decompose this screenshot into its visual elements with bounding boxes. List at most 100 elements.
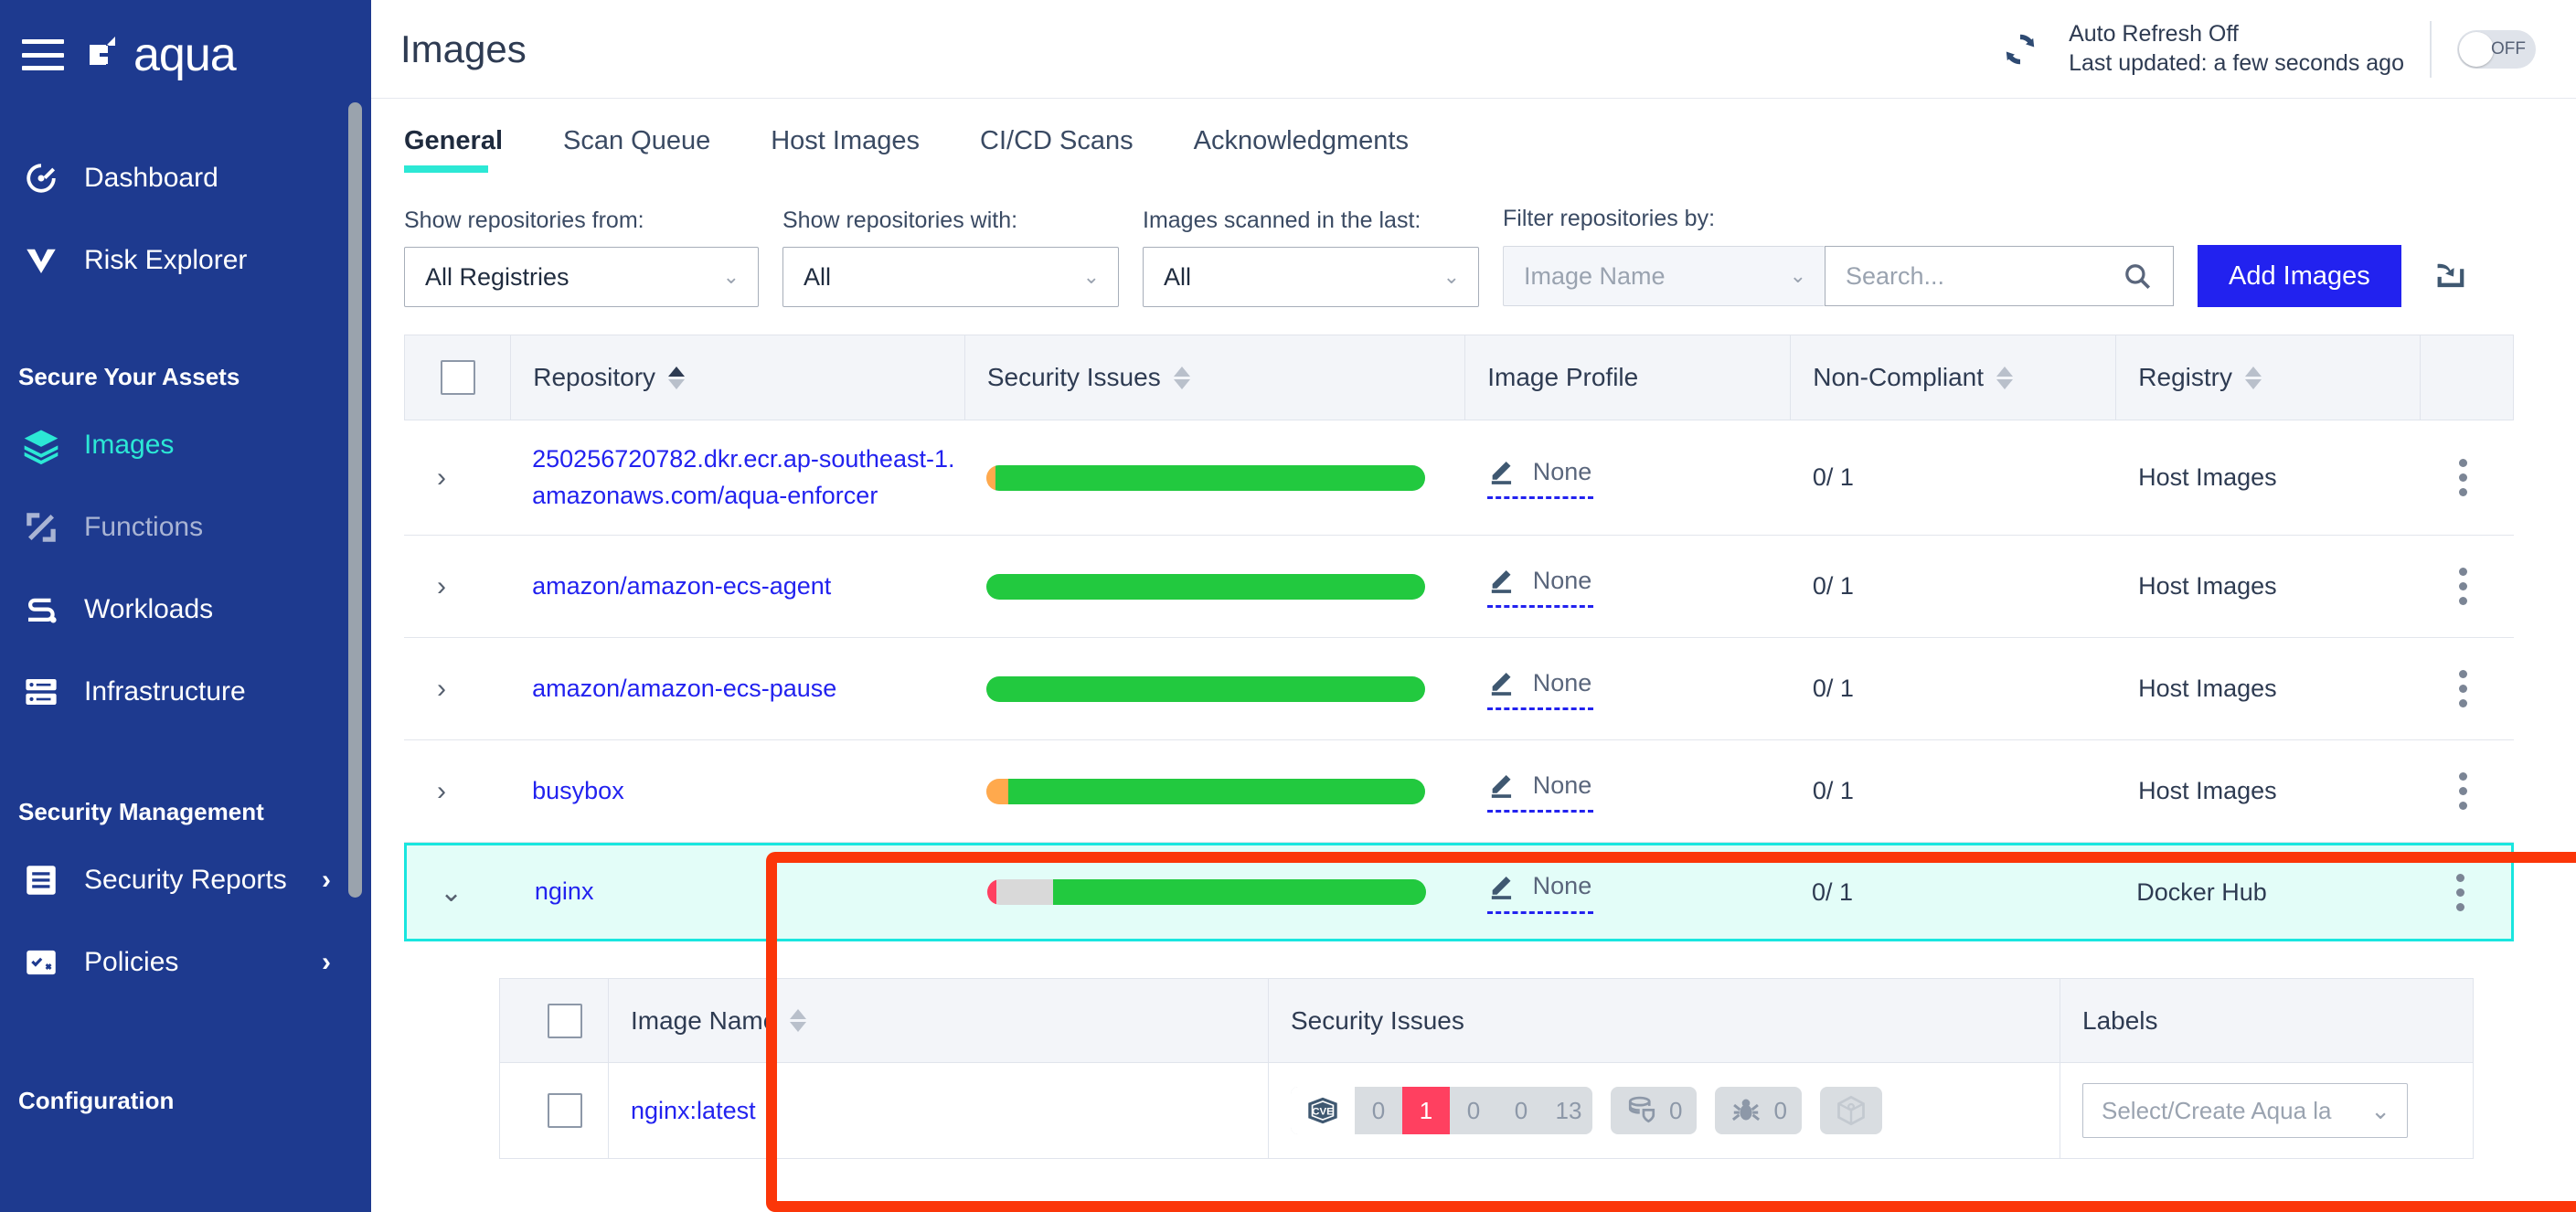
aqua-labels-select[interactable]: Select/Create Aqua la ⌄: [2082, 1083, 2408, 1138]
column-header-image-profile[interactable]: Image Profile: [1464, 335, 1790, 420]
add-images-button[interactable]: Add Images: [2198, 245, 2401, 307]
table-row-nginx-selected[interactable]: ⌄ nginx None 0/ 1 Docker Hub: [404, 843, 2514, 941]
sensitive-data-badge[interactable]: 0: [1611, 1087, 1698, 1134]
sidebar: aqua Dashboard Risk Explorer Secure Your…: [0, 0, 371, 1212]
sort-icon[interactable]: [668, 366, 686, 389]
sort-icon[interactable]: [1173, 366, 1190, 389]
nginx-images-subtable: Image Name Security Issues Labels nginx:…: [499, 978, 2474, 1159]
search-icon[interactable]: [2122, 260, 2153, 292]
row-expander-cell: ›: [404, 674, 510, 705]
cve-count-negligible[interactable]: 0: [1355, 1087, 1402, 1134]
image-name-cell: nginx:latest: [608, 1063, 1268, 1158]
sidebar-item-images[interactable]: Images: [0, 404, 371, 486]
sidebar-item-risk-explorer[interactable]: Risk Explorer: [0, 219, 371, 302]
row-kebab-menu-icon[interactable]: [2443, 459, 2467, 496]
sidebar-scrollbar[interactable]: [348, 102, 362, 898]
malware-badge[interactable]: 0: [1715, 1087, 1802, 1134]
repository-link[interactable]: amazon/amazon-ecs-pause: [532, 671, 836, 707]
table-row[interactable]: › amazon/amazon-ecs-pause None 0/ 1 Host…: [404, 638, 2514, 740]
chevron-right-icon[interactable]: ›: [437, 462, 446, 494]
chevron-right-icon[interactable]: ›: [437, 674, 446, 705]
toggle-label: OFF: [2491, 38, 2526, 58]
subtable-row-checkbox[interactable]: [548, 1093, 582, 1128]
scanned-in-last-select[interactable]: All ⌄: [1143, 247, 1479, 307]
row-kebab-menu-icon[interactable]: [2443, 670, 2467, 707]
chevron-down-icon[interactable]: ⌄: [440, 877, 463, 909]
app-root: aqua Dashboard Risk Explorer Secure Your…: [0, 0, 2576, 1212]
edit-pencil-icon[interactable]: [1487, 565, 1518, 596]
sidebar-item-security-reports[interactable]: Security Reports ›: [0, 839, 371, 921]
row-actions-cell: [2421, 670, 2514, 707]
auto-refresh-toggle[interactable]: OFF: [2457, 29, 2536, 69]
table-row[interactable]: › busybox None 0/ 1 Host Images: [404, 740, 2514, 843]
repositories-with-select[interactable]: All ⌄: [782, 247, 1119, 307]
row-kebab-menu-icon[interactable]: [2440, 873, 2465, 911]
sidebar-item-label: Dashboard: [84, 163, 218, 193]
sort-icon[interactable]: [1996, 366, 2014, 389]
cve-count-critical[interactable]: 1: [1402, 1087, 1450, 1134]
sidebar-item-policies[interactable]: Policies ›: [0, 921, 371, 1004]
cve-count-medium[interactable]: 0: [1497, 1087, 1545, 1134]
hamburger-menu-icon[interactable]: [22, 39, 64, 70]
table-row[interactable]: › 250256720782.dkr.ecr.ap-southeast-1.am…: [404, 420, 2514, 536]
subtable-select-all-checkbox[interactable]: [548, 1003, 582, 1038]
chevron-down-icon: ⌄: [1789, 264, 1806, 287]
package-badge[interactable]: [1819, 1087, 1882, 1134]
sidebar-item-dashboard[interactable]: Dashboard: [0, 137, 371, 219]
chevron-right-icon[interactable]: ›: [437, 571, 446, 602]
subtable-row[interactable]: nginx:latest CVE 0 1 0 0 13 0 0 Select/C…: [500, 1063, 2473, 1158]
tab-cicd-scans[interactable]: CI/CD Scans: [980, 126, 1165, 173]
repository-link[interactable]: amazon/amazon-ecs-agent: [532, 569, 831, 604]
search-input[interactable]: [1846, 261, 2102, 291]
image-profile-cell[interactable]: None: [1465, 871, 1790, 914]
column-header-security-issues[interactable]: Security Issues: [963, 335, 1464, 420]
registry-cell: Docker Hub: [2136, 877, 2267, 906]
column-label: Registry: [2138, 363, 2232, 391]
cve-count-low[interactable]: 13: [1545, 1087, 1592, 1134]
subtable-column-image-name[interactable]: Image Name: [608, 979, 1268, 1062]
export-download-icon[interactable]: [2429, 253, 2471, 300]
image-profile-cell[interactable]: None: [1465, 456, 1791, 499]
filter-by-field-select[interactable]: Image Name ⌄: [1503, 246, 1825, 306]
sidebar-item-label: Functions: [84, 512, 204, 542]
column-header-non-compliant[interactable]: Non-Compliant: [1790, 335, 2115, 420]
security-issues-cell: [964, 778, 1465, 804]
sort-icon[interactable]: [2244, 366, 2262, 389]
repository-link[interactable]: busybox: [532, 773, 624, 809]
image-profile-cell[interactable]: None: [1465, 565, 1791, 608]
select-all-checkbox[interactable]: [440, 360, 475, 395]
cve-count-high[interactable]: 0: [1450, 1087, 1497, 1134]
dashboard-icon: [20, 157, 62, 199]
column-header-registry[interactable]: Registry: [2115, 335, 2420, 420]
image-name-link[interactable]: nginx:latest: [631, 1097, 756, 1125]
tab-general[interactable]: General: [404, 126, 534, 173]
row-kebab-menu-icon[interactable]: [2443, 568, 2467, 605]
refresh-icon[interactable]: [1997, 27, 2043, 72]
sidebar-item-workloads[interactable]: Workloads: [0, 569, 371, 651]
edit-pencil-icon[interactable]: [1487, 871, 1518, 902]
tab-scan-queue[interactable]: Scan Queue: [563, 126, 741, 173]
sidebar-item-infrastructure[interactable]: Infrastructure: [0, 651, 371, 733]
search-box[interactable]: [1825, 246, 2174, 306]
sort-icon[interactable]: [790, 1009, 807, 1032]
registries-select[interactable]: All Registries ⌄: [404, 247, 759, 307]
edit-pencil-icon[interactable]: [1487, 667, 1518, 698]
repository-link[interactable]: nginx: [535, 874, 594, 909]
security-issues-cell: [964, 675, 1465, 702]
repository-link[interactable]: 250256720782.dkr.ecr.ap-southeast-1.amaz…: [532, 441, 964, 513]
image-profile-cell[interactable]: None: [1465, 770, 1791, 813]
filter-label: Show repositories with:: [782, 207, 1018, 233]
chevron-right-icon[interactable]: ›: [437, 776, 446, 807]
aqua-logo[interactable]: aqua: [88, 31, 237, 79]
edit-pencil-icon[interactable]: [1487, 456, 1518, 487]
tab-acknowledgments[interactable]: Acknowledgments: [1194, 126, 1440, 173]
edit-pencil-icon[interactable]: [1487, 770, 1518, 801]
column-label: Security Issues: [1291, 1005, 1464, 1035]
column-header-repository[interactable]: Repository: [510, 335, 964, 420]
row-kebab-menu-icon[interactable]: [2443, 772, 2467, 810]
sidebar-item-functions[interactable]: Functions: [0, 486, 371, 569]
tab-host-images[interactable]: Host Images: [771, 126, 951, 173]
table-row[interactable]: › amazon/amazon-ecs-agent None 0/ 1 Host…: [404, 536, 2514, 638]
image-profile-cell[interactable]: None: [1465, 667, 1791, 710]
cve-badge-group[interactable]: CVE 0 1 0 0 13: [1291, 1087, 1592, 1134]
